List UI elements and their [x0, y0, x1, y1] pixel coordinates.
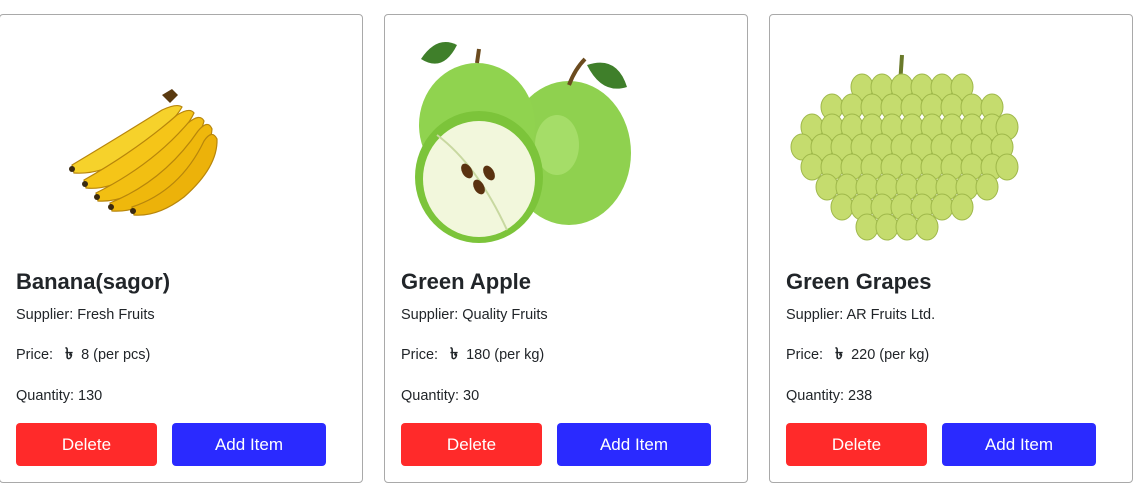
taka-icon: ৳ — [835, 346, 844, 363]
delete-button[interactable]: Delete — [786, 423, 927, 466]
banana-image — [12, 25, 350, 263]
grape-berry — [915, 213, 939, 241]
product-title: Green Apple — [401, 269, 531, 294]
product-title: Green Grapes — [786, 269, 932, 294]
green-apple-image — [397, 25, 735, 263]
price-label: Price: — [16, 347, 54, 363]
supplier-text: Supplier: Quality Fruits — [401, 307, 548, 323]
supplier-text: Supplier: AR Fruits Ltd. — [786, 307, 936, 323]
quantity-text: Quantity: 238 — [786, 388, 873, 404]
add-item-button[interactable]: Add Item — [172, 423, 326, 466]
grape-berry — [830, 193, 854, 221]
grape-berry — [855, 213, 879, 241]
delete-button[interactable]: Delete — [16, 423, 157, 466]
price-value: 8 (per pcs) — [81, 347, 151, 363]
add-item-button[interactable]: Add Item — [557, 423, 711, 466]
price-text: Price: ৳ 8 (per pcs) — [16, 345, 150, 365]
delete-button[interactable]: Delete — [401, 423, 542, 466]
grape-berry — [895, 213, 919, 241]
grape-berry — [995, 153, 1019, 181]
grape-berry — [950, 193, 974, 221]
grape-berry — [930, 193, 954, 221]
grape-berry — [815, 173, 839, 201]
grape-berry — [975, 173, 999, 201]
taka-icon: ৳ — [65, 346, 74, 363]
grape-berry — [875, 213, 899, 241]
price-text: Price: ৳ 180 (per kg) — [401, 345, 544, 365]
product-title: Banana(sagor) — [16, 269, 171, 294]
product-card-banana: Banana(sagor) Supplier: Fresh Fruits Pri… — [0, 14, 363, 483]
taka-icon: ৳ — [450, 346, 459, 363]
green-grapes-image — [782, 25, 1120, 263]
price-value: 180 (per kg) — [466, 347, 545, 363]
grape-berry — [800, 153, 824, 181]
quantity-text: Quantity: 30 — [401, 388, 480, 404]
price-label: Price: — [401, 347, 439, 363]
product-card-green-grapes: Green Grapes Supplier: AR Fruits Ltd. Pr… — [769, 14, 1133, 483]
price-text: Price: ৳ 220 (per kg) — [786, 345, 929, 365]
quantity-text: Quantity: 130 — [16, 388, 103, 404]
price-label: Price: — [786, 347, 824, 363]
add-item-button[interactable]: Add Item — [942, 423, 1096, 466]
product-card-green-apple: Green Apple Supplier: Quality Fruits Pri… — [384, 14, 748, 483]
price-value: 220 (per kg) — [851, 347, 930, 363]
supplier-text: Supplier: Fresh Fruits — [16, 307, 155, 323]
